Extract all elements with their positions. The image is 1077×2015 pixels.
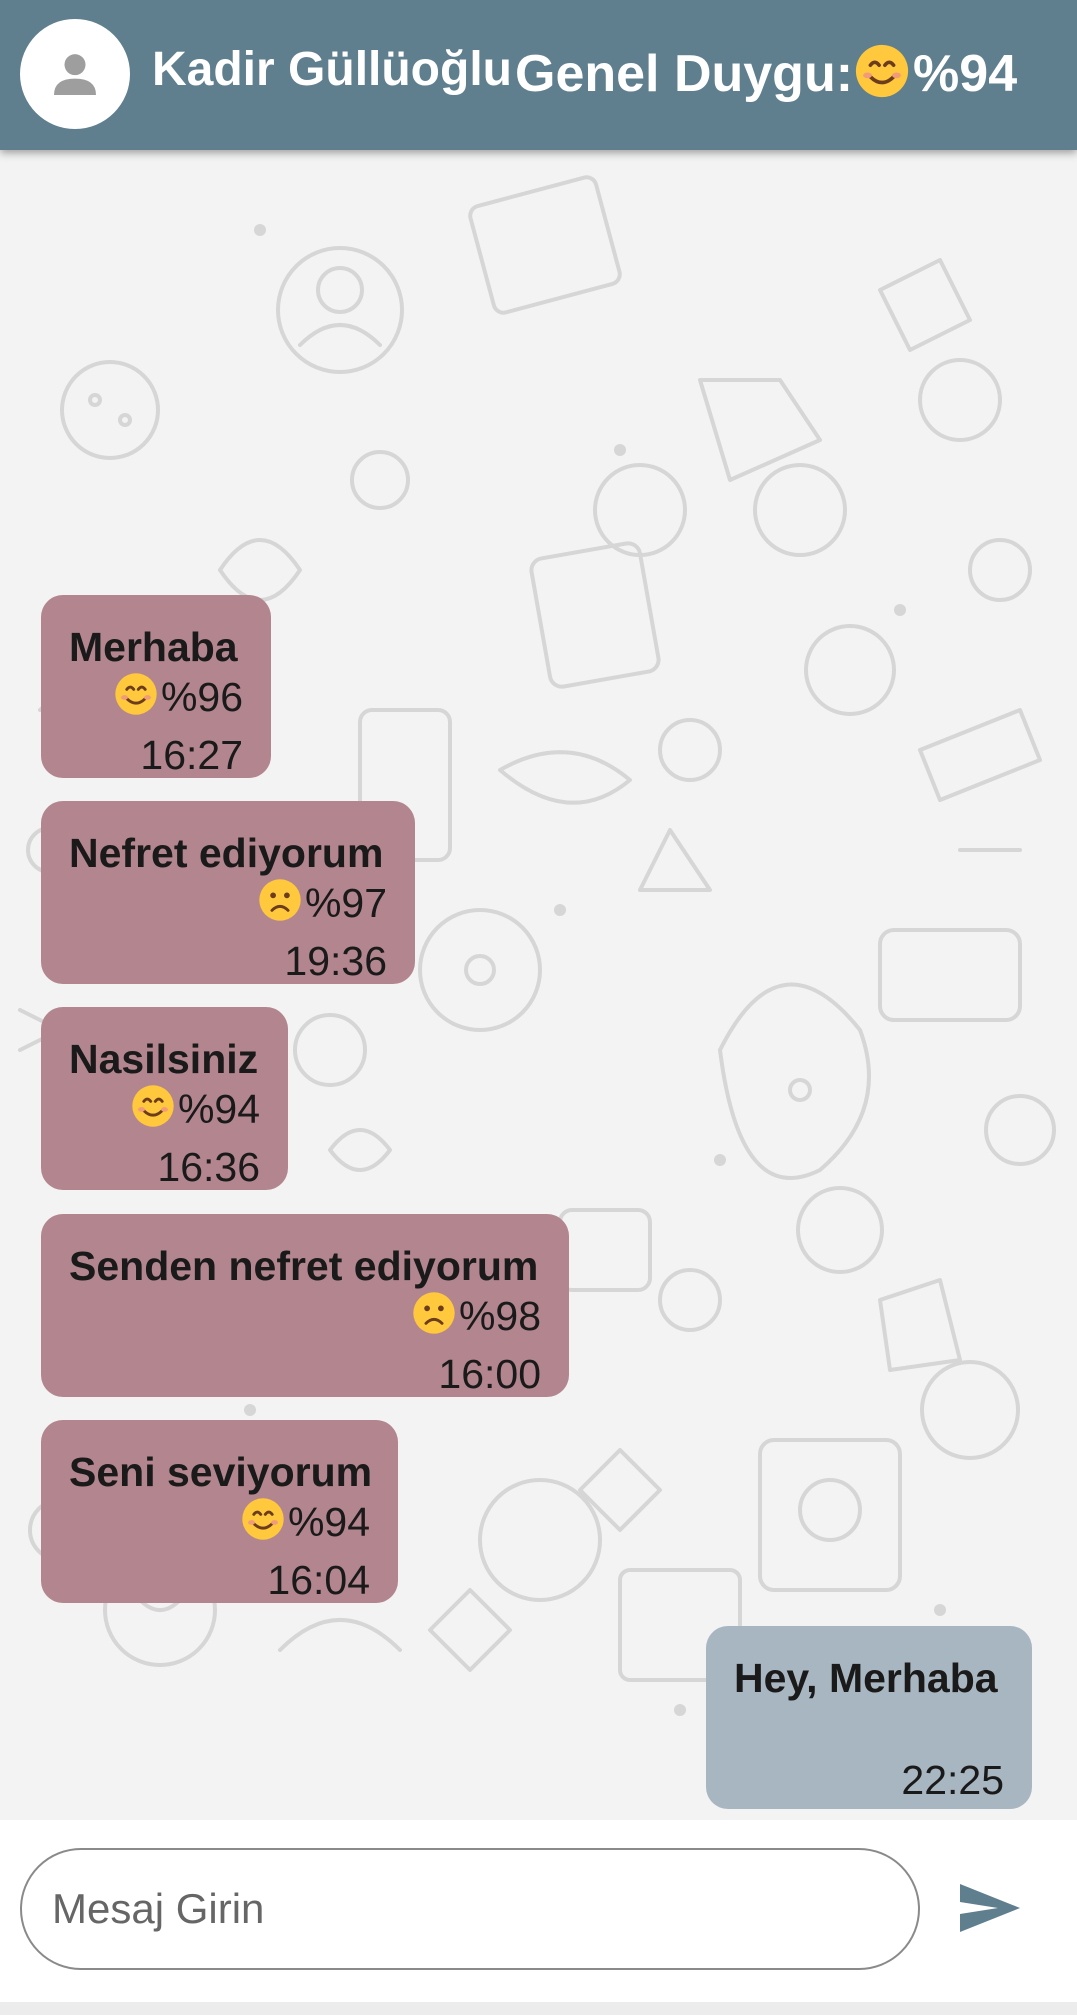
- message-bubble-incoming[interactable]: Nefret ediyorum %97 19:36: [41, 801, 415, 984]
- message-text: Seni seviyorum: [69, 1449, 373, 1495]
- contact-name: Kadir Güllüoğlu: [152, 43, 512, 96]
- sad-face-icon: [411, 1290, 457, 1348]
- emotion-score: %94: [69, 1083, 260, 1141]
- message-bubble-incoming[interactable]: Merhaba %96 16:27: [41, 595, 271, 778]
- emotion-score: %96: [69, 671, 243, 729]
- message-time: 22:25: [901, 1757, 1004, 1803]
- happy-face-icon: [853, 42, 911, 113]
- emotion-score: %97: [69, 877, 387, 935]
- message-time: 16:36: [157, 1144, 260, 1191]
- score-value: %94: [177, 1086, 260, 1132]
- score-value: %97: [304, 880, 387, 926]
- mood-label: Genel Duygu:: [515, 45, 854, 104]
- message-text: Merhaba: [69, 624, 238, 670]
- message-bubble-incoming[interactable]: Nasilsiniz %94 16:36: [41, 1007, 288, 1190]
- score-value: %94: [287, 1499, 370, 1545]
- composer-bar: [0, 1820, 1077, 2002]
- emotion-score: %94: [69, 1496, 370, 1554]
- send-button[interactable]: [950, 1868, 1030, 1948]
- sad-face-icon: [257, 877, 303, 935]
- happy-face-icon: [130, 1083, 176, 1141]
- mood-value: %94: [913, 45, 1018, 104]
- message-bubble-incoming[interactable]: Senden nefret ediyorum %98 16:00: [41, 1214, 569, 1397]
- message-time: 19:36: [284, 938, 387, 985]
- score-value: %96: [160, 674, 243, 720]
- message-bubble-incoming[interactable]: Seni seviyorum %94 16:04: [41, 1420, 398, 1603]
- overall-mood: Genel Duygu: %94: [515, 42, 1017, 113]
- message-input[interactable]: [20, 1848, 920, 1970]
- happy-face-icon: [113, 671, 159, 729]
- person-icon: [54, 54, 96, 95]
- score-value: %98: [458, 1293, 541, 1339]
- happy-face-icon: [240, 1496, 286, 1554]
- message-text: Hey, Merhaba: [734, 1655, 998, 1701]
- message-time: 16:27: [140, 732, 243, 779]
- send-icon: [960, 1884, 1020, 1932]
- emotion-score-empty: [734, 1702, 1004, 1754]
- bottom-edge: [0, 2002, 1077, 2015]
- message-bubble-outgoing[interactable]: Hey, Merhaba 22:25: [706, 1626, 1032, 1809]
- message-time: 16:00: [438, 1351, 541, 1398]
- chat-header: Kadir Güllüoğlu Genel Duygu: %94: [0, 0, 1077, 150]
- message-text: Nasilsiniz: [69, 1036, 259, 1082]
- avatar[interactable]: [20, 19, 130, 129]
- emotion-score: %98: [69, 1290, 541, 1348]
- message-time: 16:04: [267, 1557, 370, 1604]
- message-text: Nefret ediyorum: [69, 830, 384, 876]
- message-text: Senden nefret ediyorum: [69, 1243, 539, 1289]
